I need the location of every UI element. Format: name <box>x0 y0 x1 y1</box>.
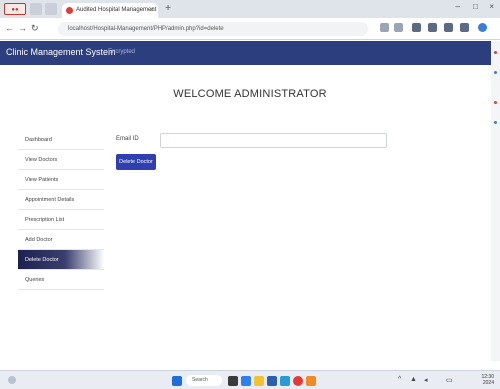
app-header: Clinic Management System Encrypted <box>0 41 500 65</box>
extension-icon[interactable] <box>444 23 453 32</box>
sidebar-item-add-doctor[interactable]: Add Doctor <box>18 230 104 250</box>
mail-icon[interactable] <box>280 376 290 386</box>
brand-subtitle: Encrypted <box>108 49 136 55</box>
side-panel-icon[interactable] <box>494 51 497 54</box>
sidebar-item-view-patients[interactable]: View Patients <box>18 170 104 190</box>
extension-icon[interactable] <box>460 23 469 32</box>
extension-icon[interactable] <box>380 23 389 32</box>
sidebar-item-dashboard[interactable]: Dashboard <box>18 130 104 150</box>
profile-badge[interactable]: ●● <box>4 3 26 15</box>
window-close-button[interactable]: × <box>489 2 494 11</box>
tray-chevron-icon[interactable]: ^ <box>398 376 401 383</box>
sidebar-item-queries[interactable]: Queries <box>18 270 104 290</box>
chrome-icon[interactable] <box>293 376 303 386</box>
delete-doctor-button[interactable]: Delete Doctor <box>116 154 156 170</box>
brand-title[interactable]: Clinic Management System <box>6 47 116 57</box>
back-icon[interactable]: ← <box>5 23 14 33</box>
address-bar[interactable]: localhost/Hospital-Management/PHP/admin.… <box>58 22 368 36</box>
task-view-icon[interactable] <box>228 376 238 386</box>
browser-tab-active[interactable]: Audited Hospital Management × <box>62 3 158 18</box>
extension-icon[interactable] <box>428 23 437 32</box>
side-panel-icon[interactable] <box>494 71 497 74</box>
side-panel-icon[interactable] <box>494 101 497 104</box>
tab-actions-icon[interactable] <box>45 3 57 15</box>
app-icon[interactable] <box>306 376 316 386</box>
browser-navbar: ← → ↻ localhost/Hospital-Management/PHP/… <box>0 18 500 40</box>
page-title: WELCOME ADMINISTRATOR <box>173 88 327 100</box>
tab-title: Audited Hospital Management <box>76 7 157 13</box>
taskbar-search[interactable]: Search <box>186 375 222 386</box>
file-explorer-icon[interactable] <box>254 376 264 386</box>
sidebar-item-prescription-list[interactable]: Prescription List <box>18 210 104 230</box>
email-field[interactable] <box>160 133 387 148</box>
reload-icon[interactable]: ↻ <box>31 23 39 34</box>
browser-tab-strip: ●● Audited Hospital Management × + – □ × <box>0 0 500 18</box>
sidebar-item-appointment-details[interactable]: Appointment Details <box>18 190 104 210</box>
sidebar-item-view-doctors[interactable]: View Doctors <box>18 150 104 170</box>
network-icon[interactable]: ▲ <box>410 376 417 383</box>
profile-avatar-icon[interactable] <box>478 23 487 32</box>
side-panel-icon[interactable] <box>494 121 497 124</box>
battery-icon[interactable]: ▭ <box>446 376 453 384</box>
clock-date: 2024 <box>482 380 494 386</box>
edge-icon[interactable] <box>241 376 251 386</box>
store-icon[interactable] <box>267 376 277 386</box>
new-tab-button[interactable]: + <box>162 3 174 15</box>
extension-icon[interactable] <box>394 23 403 32</box>
extension-icon[interactable] <box>412 23 421 32</box>
tab-close-icon[interactable]: × <box>150 3 154 18</box>
window-minimize-button[interactable]: – <box>456 2 460 11</box>
email-label: Email ID <box>116 136 139 142</box>
forward-icon[interactable]: → <box>18 23 27 33</box>
weather-icon[interactable] <box>8 376 16 384</box>
workspaces-icon[interactable] <box>30 3 42 15</box>
window-maximize-button[interactable]: □ <box>473 2 478 11</box>
browser-side-panel <box>491 41 500 361</box>
volume-icon[interactable]: ◂ <box>424 376 428 384</box>
sidebar-nav: Dashboard View Doctors View Patients App… <box>18 130 104 290</box>
sidebar-item-delete-doctor[interactable]: Delete Doctor <box>18 250 104 270</box>
taskbar: Search ^ ▲ ◂ ▭ 12:30 2024 <box>0 370 500 389</box>
start-icon[interactable] <box>172 376 182 386</box>
favicon-icon <box>66 7 73 14</box>
clock[interactable]: 12:30 2024 <box>481 374 494 386</box>
